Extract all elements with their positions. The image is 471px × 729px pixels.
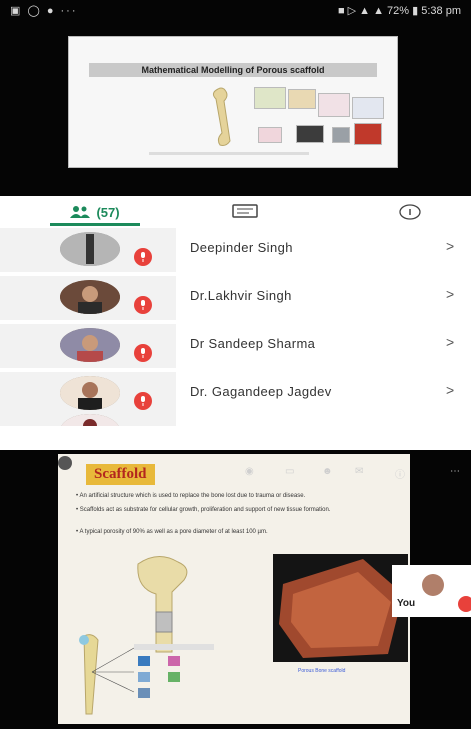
participant-name: Dr.Lakhvir Singh: [190, 288, 292, 303]
tab-info[interactable]: [380, 196, 440, 228]
thumb-small-1: [258, 127, 282, 143]
scaffold-diagram: [79, 634, 214, 715]
notification-icons: ▣ ◯ ● ···: [10, 5, 78, 17]
signal-icons: ■ ▷ ▲ ▲: [337, 5, 388, 17]
participant-row[interactable]: Dr Sandeep Sharma >: [0, 324, 471, 368]
thumb-small-4: [354, 123, 382, 145]
participants-toolbar-icon[interactable]: ☻: [322, 466, 333, 477]
participant-name: Dr. Gagandeep Jagdev: [190, 384, 332, 399]
participant-row[interactable]: Dr.Lakhvir Singh >: [0, 276, 471, 320]
bone-illustration: [212, 87, 231, 146]
self-mic-muted-icon[interactable]: [458, 596, 471, 612]
presentation-menu-icon[interactable]: [58, 456, 72, 470]
avatar: [60, 232, 120, 266]
slide-bullet: • Scaffolds act as substrate for cellula…: [76, 507, 331, 513]
participant-row-partial[interactable]: [0, 412, 471, 426]
slide-footer-line: [149, 152, 309, 155]
screen-share-icon[interactable]: ▭: [285, 466, 294, 477]
chat-toolbar-icon[interactable]: ✉: [355, 466, 363, 477]
thumb-chart-4: [352, 97, 384, 119]
participant-row[interactable]: Deepinder Singh >: [0, 228, 471, 272]
participants-icon: [70, 206, 91, 218]
slide-thumbnails: [254, 87, 384, 147]
participant-name: Dr Sandeep Sharma: [190, 336, 316, 351]
shared-screen-area: ▣ ◯ ● ··· ■ ▷ ▲ ▲ 72% ▮ 5:38 pm Mathemat…: [0, 0, 471, 196]
participant-name: Deepinder Singh: [190, 240, 293, 255]
thumb-chart-2: [288, 89, 316, 109]
scaffold-micrograph: [273, 554, 408, 662]
thumb-small-3: [332, 127, 350, 143]
info-toolbar-icon[interactable]: ⓘ: [395, 466, 405, 481]
clock: 5:38 pm: [421, 5, 461, 17]
info-icon: [399, 204, 421, 220]
avatar: [60, 280, 120, 314]
shared-slide[interactable]: Mathematical Modelling of Porous scaffol…: [68, 36, 398, 168]
chevron-right-icon[interactable]: >: [446, 382, 454, 398]
slide-bullet: • A typical porosity of 90% as well as a…: [76, 529, 268, 535]
participant-list: Deepinder Singh > Dr.Lakhvir Singh > Dr …: [0, 228, 471, 426]
slide-title: Scaffold: [86, 464, 155, 485]
chevron-right-icon[interactable]: >: [446, 286, 454, 302]
more-options-icon[interactable]: ⋯: [450, 466, 460, 477]
chevron-right-icon[interactable]: >: [446, 334, 454, 350]
tab-chat[interactable]: [215, 196, 275, 228]
tab-participants[interactable]: (57): [40, 196, 150, 228]
chevron-right-icon[interactable]: >: [446, 238, 454, 254]
thumb-small-2: [296, 125, 324, 143]
meeting-tabs: (57): [0, 196, 471, 228]
battery-icon: ▮: [412, 5, 422, 17]
camera-icon[interactable]: ◉: [245, 466, 254, 477]
shared-slide-title: Mathematical Modelling of Porous scaffol…: [89, 63, 377, 77]
mic-muted-icon: [134, 344, 152, 362]
status-right: ■ ▷ ▲ ▲ 72% ▮ 5:38 pm: [338, 4, 461, 17]
participants-count: (57): [96, 204, 120, 220]
self-avatar: [422, 574, 444, 596]
presentation-slide[interactable]: Scaffold • An artificial structure which…: [58, 454, 410, 724]
micrograph-caption: Porous Bone scaffold: [298, 668, 346, 674]
active-tab-indicator: [50, 223, 140, 226]
chat-icon: [232, 204, 258, 218]
thumb-chart-1: [254, 87, 286, 109]
battery-text: 72%: [387, 5, 410, 17]
status-bar: ▣ ◯ ● ··· ■ ▷ ▲ ▲ 72% ▮ 5:38 pm: [0, 0, 471, 22]
slide-bullet: • An artificial structure which is used …: [76, 493, 306, 499]
avatar: [60, 376, 120, 410]
avatar: [60, 328, 120, 362]
mic-muted-icon: [134, 248, 152, 266]
mic-muted-icon: [134, 392, 152, 410]
mic-muted-icon: [134, 296, 152, 314]
self-label: You: [397, 598, 416, 609]
participant-row[interactable]: Dr. Gagandeep Jagdev >: [0, 372, 471, 416]
thumb-chart-3: [318, 93, 350, 117]
